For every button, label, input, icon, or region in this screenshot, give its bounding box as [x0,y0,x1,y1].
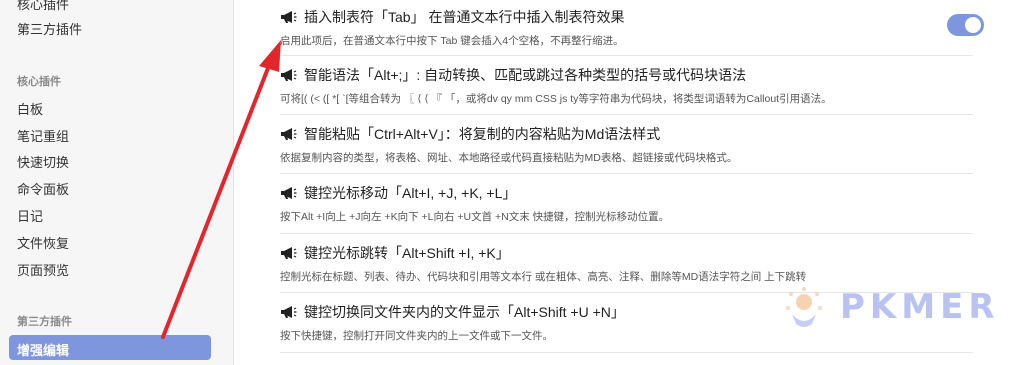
sidebar-item-page-preview[interactable]: 页面预览 [17,260,69,279]
megaphone-icon [281,187,297,199]
sidebar-heading-third-party: 第三方插件 [17,316,72,328]
divider [280,352,973,353]
pkmer-watermark: PKMER [840,287,1000,327]
sidebar-item-note-composer[interactable]: 笔记重组 [17,126,69,145]
sidebar-item-command-palette[interactable]: 命令面板 [17,179,69,198]
sidebar-item-quick-switcher[interactable]: 快速切换 [17,152,69,171]
sidebar-item-enhanced-editing[interactable]: 增强编辑 [9,335,211,360]
sidebar-item-label: 增强编辑 [17,343,70,358]
sidebar-item-core-plugins[interactable]: 核心插件 [17,0,69,13]
megaphone-icon [281,69,297,81]
toggle-knob [965,17,981,33]
setting-description: 依据复制内容的类型，将表格、网址、本地路径或代码直接粘贴为MD表格、超链接或代码… [280,152,738,164]
setting-smart-syntax: 智能语法「Alt+;」: 自动转换、匹配或跳过各种类型的括号或代码块语法 可将[… [280,65,972,106]
setting-title: 插入制表符「Tab」 在普通文本行中插入制表符效果 [304,9,625,25]
divider [280,173,973,174]
setting-title: 智能粘贴「Ctrl+Alt+V」：将复制的内容粘贴为Md语法样式 [304,126,661,142]
setting-title: 键控切换同文件夹内的文件显示「Alt+Shift +U +N」 [304,304,625,320]
setting-smart-paste: 智能粘贴「Ctrl+Alt+V」：将复制的内容粘贴为Md语法样式 依据复制内容的… [280,124,972,165]
setting-cursor-move: 键控光标移动「Alt+I, +J, +K, +L」 按下Alt +I向上 +J向… [280,183,972,224]
setting-title: 键控光标移动「Alt+I, +J, +K, +L」 [304,185,517,201]
setting-title: 智能语法「Alt+;」: 自动转换、匹配或跳过各种类型的括号或代码块语法 [304,67,747,83]
setting-description: 按下Alt +I向上 +J向左 +K向下 +L向右 +U文首 +N文末 快捷键，… [280,211,670,223]
sidebar-heading-core-plugins: 核心插件 [17,76,61,88]
insert-tab-toggle[interactable] [947,14,984,36]
settings-sidebar: 核心插件 第三方插件 核心插件 白板 笔记重组 快速切换 命令面板 日记 文件恢… [0,0,234,365]
sidebar-item-file-recovery[interactable]: 文件恢复 [17,233,69,252]
megaphone-icon [281,128,297,140]
setting-cursor-jump: 键控光标跳转「Alt+Shift +I, +K」 控制光标在标题、列表、待办、代… [280,243,972,284]
divider [280,114,973,115]
setting-insert-tab: 插入制表符「Tab」 在普通文本行中插入制表符效果 启用此项后，在普通文本行中按… [280,7,972,48]
megaphone-icon [281,11,297,23]
sidebar-item-daily-notes[interactable]: 日记 [17,206,43,225]
sidebar-item-canvas[interactable]: 白板 [17,99,43,118]
sidebar-item-third-party-plugins[interactable]: 第三方插件 [17,19,82,38]
megaphone-icon [281,247,297,259]
divider [280,55,973,56]
divider [280,233,973,234]
setting-description: 可将[( (< ([ *[ `[等组合转为 〖 ⟨ ⟨ 『 「，或将dv qy … [280,93,832,105]
setting-description: 控制光标在标题、列表、待办、代码块和引用等文本行 或在粗体、高亮、注释、删除等M… [280,271,807,283]
setting-description: 启用此项后，在普通文本行中按下 Tab 键会插入4个空格，不再整行缩进。 [280,35,624,47]
setting-title: 键控光标跳转「Alt+Shift +I, +K」 [304,245,510,261]
megaphone-icon [281,306,297,318]
